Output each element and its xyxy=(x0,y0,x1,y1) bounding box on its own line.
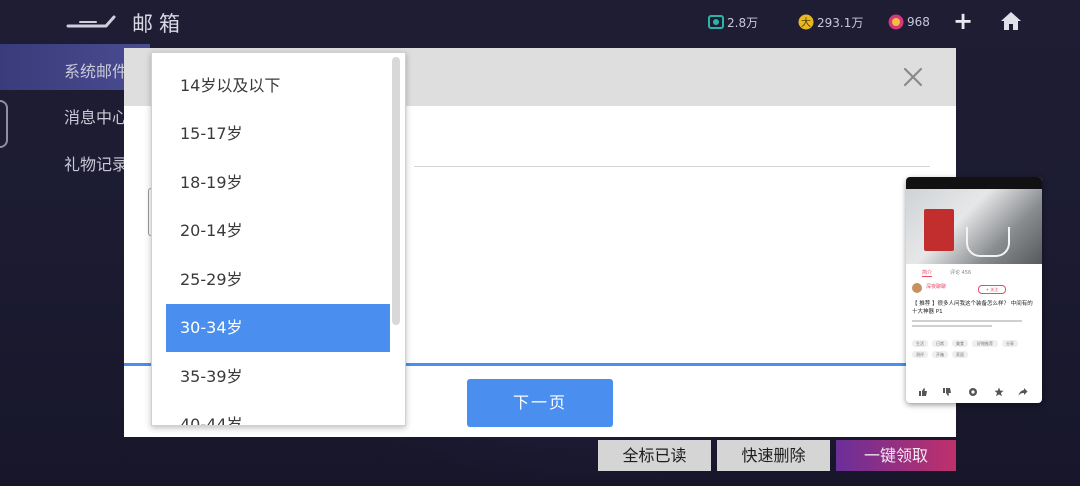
gold-coin-icon: 大 xyxy=(798,14,814,30)
mini-tag[interactable]: 家居 xyxy=(952,351,968,358)
resource-gold-value: 293.1万 xyxy=(817,15,864,30)
mini-action-bar xyxy=(906,385,1042,399)
sidebar-notch xyxy=(0,100,8,148)
video-thumbnail-bag xyxy=(924,209,954,251)
video-thumbnail-cup xyxy=(966,227,1010,257)
mini-tag[interactable]: 分享 xyxy=(1002,340,1018,347)
share-icon[interactable] xyxy=(1018,387,1028,397)
page-title: 邮箱 xyxy=(132,12,186,36)
mini-video-title: 【 推荐 】很多人问我这个装备怎么样？ 中间有的十大神器 P1 xyxy=(912,301,1033,315)
mini-tag[interactable]: 生活 xyxy=(912,340,928,347)
pink-badge-icon xyxy=(888,14,904,30)
top-bar: 邮箱 2.8万 大 293.1万 968 + xyxy=(0,0,1080,44)
thumbs-down-icon[interactable] xyxy=(942,387,952,397)
mini-tab-comments[interactable]: 评论 456 xyxy=(950,269,971,276)
mini-follow-button[interactable]: + 关注 xyxy=(978,285,1006,294)
quick-delete-button[interactable]: 快速删除 xyxy=(717,440,830,471)
dropdown-option[interactable]: 40-44岁 xyxy=(166,401,390,425)
thumbs-up-icon[interactable] xyxy=(918,387,928,397)
sidebar-item-gift-records[interactable]: 礼物记录 xyxy=(64,151,128,175)
resource-badge-value: 968 xyxy=(907,15,930,29)
resource-badge: 968 xyxy=(888,13,930,31)
plus-icon[interactable]: + xyxy=(953,9,973,33)
claim-all-button[interactable]: 一键领取 xyxy=(836,440,956,471)
dropdown-option[interactable]: 14岁以及以下 xyxy=(166,62,390,110)
next-page-button[interactable]: 下一页 xyxy=(467,379,613,427)
dropdown-option[interactable]: 18-19岁 xyxy=(166,159,390,207)
mini-author-name[interactable]: 深夜聊聊 xyxy=(926,283,946,290)
mini-tag[interactable]: 测评 xyxy=(912,351,928,358)
close-icon[interactable] xyxy=(902,66,924,88)
dropdown-option-selected[interactable]: 30-34岁 xyxy=(166,304,390,352)
coin-icon[interactable] xyxy=(968,387,978,397)
dropdown-option[interactable]: 35-39岁 xyxy=(166,353,390,401)
age-dropdown[interactable]: 14岁以及以下 15-17岁 18-19岁 20-14岁 25-29岁 30-3… xyxy=(151,52,406,426)
mini-tag[interactable]: 日常 xyxy=(932,340,948,347)
sidebar-item-message-center[interactable]: 消息中心 xyxy=(64,104,128,128)
mini-tag[interactable]: 美食 xyxy=(952,340,968,347)
sidebar-item-system-mail[interactable]: 系统邮件 xyxy=(64,58,128,82)
floating-video-window[interactable]: 简介 评论 456 深夜聊聊 + 关注 【 推荐 】很多人问我这个装备怎么样？ … xyxy=(906,177,1042,403)
resource-gold: 大 293.1万 xyxy=(798,13,863,31)
mini-video-frame[interactable] xyxy=(906,189,1042,264)
resource-tickets-value: 2.8万 xyxy=(727,15,759,30)
gem-ticket-icon xyxy=(708,15,724,29)
mini-tag[interactable]: 好物推荐 xyxy=(972,340,998,347)
dropdown-option[interactable]: 20-14岁 xyxy=(166,207,390,255)
resource-tickets: 2.8万 xyxy=(708,13,758,31)
mini-tag[interactable]: 开箱 xyxy=(932,351,948,358)
mini-tabs: 简介 评论 456 xyxy=(906,265,1042,279)
mini-video-meta xyxy=(912,320,1036,330)
star-icon[interactable] xyxy=(994,387,1004,397)
svg-text:大: 大 xyxy=(801,16,811,29)
mini-tab-intro[interactable]: 简介 xyxy=(922,269,933,277)
dropdown-option[interactable]: 25-29岁 xyxy=(166,256,390,304)
mini-window-topbar xyxy=(906,177,1042,189)
dropdown-scrollbar[interactable] xyxy=(392,57,400,325)
home-icon[interactable] xyxy=(1000,10,1022,32)
field-underline xyxy=(414,166,930,167)
back-arrow-icon[interactable] xyxy=(66,14,116,30)
mark-all-read-button[interactable]: 全标已读 xyxy=(598,440,711,471)
avatar[interactable] xyxy=(912,283,922,293)
dropdown-option[interactable]: 15-17岁 xyxy=(166,110,390,158)
